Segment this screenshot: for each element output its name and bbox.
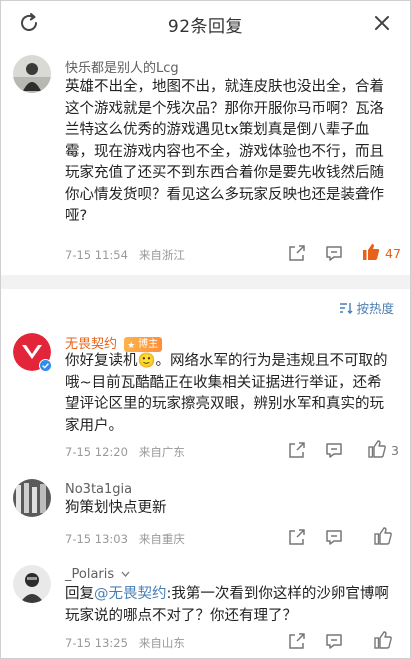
like-icon[interactable] <box>367 439 389 461</box>
verified-badge-icon <box>39 357 52 372</box>
avatar[interactable] <box>13 479 51 517</box>
sort-icon <box>340 302 353 314</box>
share-icon[interactable] <box>287 631 309 653</box>
comment-username[interactable]: No3ta1gia <box>65 482 132 497</box>
dialog-header: 92条回复 <box>1 1 410 45</box>
comment-location: 来自广东 <box>138 445 185 459</box>
share-icon[interactable] <box>287 440 309 462</box>
comment-icon[interactable] <box>324 243 346 265</box>
comment-meta: 7-15 13:25 来自山东 <box>65 635 185 651</box>
comment-icon[interactable] <box>324 631 346 653</box>
comment-time: 7-15 13:03 <box>65 532 128 546</box>
comment-location: 来自重庆 <box>138 532 185 546</box>
comment-text: 狗策划快点更新 <box>65 500 167 516</box>
share-icon[interactable] <box>287 243 309 265</box>
like-icon[interactable] <box>373 526 395 548</box>
avatar[interactable] <box>13 55 51 93</box>
like-count: 3 <box>391 443 399 458</box>
comment-meta: 7-15 11:54 来自浙江 <box>65 247 185 263</box>
close-icon[interactable] <box>370 11 394 35</box>
chevron-down-icon <box>121 567 130 582</box>
avatar[interactable] <box>13 565 51 603</box>
comment-meta: 7-15 12:20 来自广东 <box>65 444 185 460</box>
comment-username[interactable]: 无畏契约 ★ 博主 <box>65 333 163 353</box>
like-icon[interactable] <box>373 630 395 652</box>
comment-time: 7-15 11:54 <box>65 248 128 262</box>
sort-label: 按热度 <box>356 301 394 316</box>
like-icon[interactable] <box>361 242 383 264</box>
comment-text: 回复@无畏契约:我第一次看到你这样的沙卵官博啊玩家说的哪点不对了？你还有理了？ <box>65 584 396 627</box>
comment-time: 7-15 12:20 <box>65 445 128 459</box>
comment-location: 来自山东 <box>138 636 185 650</box>
comment-meta: 7-15 13:03 来自重庆 <box>65 531 185 547</box>
comment-dialog: 92条回复 快乐都是别人的Lcg 英雄不出全，地图不出，就连皮肤也没出全，合着这… <box>0 0 411 659</box>
sort-by-hot-button[interactable]: 按热度 <box>339 298 394 317</box>
author-badge: ★ 博主 <box>124 337 163 352</box>
comment-location: 来自浙江 <box>138 248 185 262</box>
reply-prefix: 回复 <box>65 586 94 602</box>
comment-username[interactable]: _Polaris <box>65 567 130 582</box>
comment-text: 英雄不出全，地图不出，就连皮肤也没出全，合着这个游戏就是个残次品？那你开服你马币… <box>65 79 384 224</box>
comment-time: 7-15 13:25 <box>65 636 128 650</box>
comment-icon[interactable] <box>324 440 346 462</box>
share-icon[interactable] <box>287 527 309 549</box>
section-divider <box>1 275 410 289</box>
comment-text: 你好复读机🙂。网络水军的行为是违规且不可取的哦~目前瓦酷酷正在收集相关证据进行举… <box>65 353 388 434</box>
mention-link[interactable]: @无畏契约 <box>94 586 167 602</box>
comment-username[interactable]: 快乐都是别人的Lcg <box>65 57 179 76</box>
dialog-title: 92条回复 <box>167 17 244 37</box>
comment-icon[interactable] <box>324 527 346 549</box>
like-count: 47 <box>385 246 401 261</box>
